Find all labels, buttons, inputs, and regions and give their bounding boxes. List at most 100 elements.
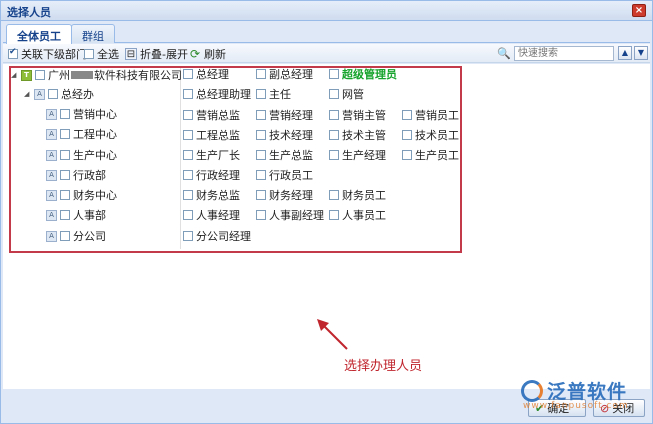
role-option[interactable]: 营销经理 bbox=[256, 108, 313, 122]
tree-node-dept[interactable]: A 人事部 bbox=[46, 208, 106, 222]
tree-node-checkbox[interactable] bbox=[60, 170, 70, 180]
tree-node-checkbox[interactable] bbox=[60, 150, 70, 160]
role-option[interactable]: 行政经理 bbox=[183, 168, 240, 182]
tree-node-dept[interactable]: A 分公司 bbox=[46, 229, 106, 243]
role-checkbox[interactable] bbox=[402, 110, 412, 120]
role-checkbox[interactable] bbox=[402, 150, 412, 160]
tree-node-general-office[interactable]: ◢ A 总经办 bbox=[24, 87, 94, 101]
tree-node-checkbox[interactable] bbox=[60, 109, 70, 119]
role-option[interactable]: 总经理 bbox=[183, 67, 229, 81]
tree-node-dept[interactable]: A 工程中心 bbox=[46, 127, 117, 141]
search-icon: 🔍 bbox=[497, 47, 511, 60]
role-checkbox[interactable] bbox=[183, 110, 193, 120]
role-option[interactable]: 营销主管 bbox=[329, 108, 386, 122]
role-checkbox[interactable] bbox=[256, 170, 266, 180]
collapse-arrow-icon[interactable]: ◢ bbox=[24, 90, 32, 98]
search-input[interactable] bbox=[514, 46, 614, 61]
role-option[interactable]: 技术经理 bbox=[256, 128, 313, 142]
role-checkbox[interactable] bbox=[256, 150, 266, 160]
role-option[interactable]: 生产员工 bbox=[402, 148, 459, 162]
tree-node-checkbox[interactable] bbox=[60, 231, 70, 241]
tree-node-checkbox[interactable] bbox=[48, 89, 58, 99]
department-icon: A bbox=[46, 189, 57, 201]
tree-node-checkbox[interactable] bbox=[60, 190, 70, 200]
role-checkbox[interactable] bbox=[183, 89, 193, 99]
role-option[interactable]: 营销总监 bbox=[183, 108, 240, 122]
role-option[interactable]: 生产经理 bbox=[329, 148, 386, 162]
role-option[interactable]: 技术主管 bbox=[329, 128, 386, 142]
tree-root-node[interactable]: ◢ T 广州 软件科技有限公司 bbox=[11, 68, 182, 82]
role-checkbox[interactable] bbox=[329, 150, 339, 160]
role-checkbox[interactable] bbox=[183, 130, 193, 140]
tree-root-checkbox[interactable] bbox=[35, 70, 45, 80]
role-option[interactable]: 工程总监 bbox=[183, 128, 240, 142]
tree-node-label: 总经办 bbox=[61, 88, 94, 101]
role-option[interactable]: 分公司经理 bbox=[183, 229, 251, 243]
role-option[interactable]: 生产厂长 bbox=[183, 148, 240, 162]
tree-node-label: 生产中心 bbox=[73, 149, 117, 162]
collapse-expand-button[interactable]: ⊟ 折叠-展开 bbox=[125, 47, 188, 61]
role-checkbox[interactable] bbox=[329, 69, 339, 79]
role-option[interactable]: 超级管理员 bbox=[329, 67, 397, 81]
include-sub-depts-toggle[interactable]: 关联下级部门 bbox=[8, 47, 87, 61]
role-checkbox[interactable] bbox=[183, 69, 193, 79]
role-label: 超级管理员 bbox=[342, 68, 397, 81]
company-icon: T bbox=[21, 69, 32, 81]
tree-node-label: 工程中心 bbox=[73, 128, 117, 141]
role-checkbox[interactable] bbox=[329, 89, 339, 99]
role-checkbox[interactable] bbox=[256, 89, 266, 99]
role-option[interactable]: 网管 bbox=[329, 87, 364, 101]
tree-node-dept[interactable]: A 生产中心 bbox=[46, 148, 117, 162]
role-label: 人事员工 bbox=[342, 209, 386, 222]
role-checkbox[interactable] bbox=[256, 190, 266, 200]
role-checkbox[interactable] bbox=[183, 231, 193, 241]
collapse-arrow-icon[interactable]: ◢ bbox=[11, 71, 19, 79]
role-checkbox[interactable] bbox=[183, 170, 193, 180]
role-option[interactable]: 财务总监 bbox=[183, 188, 240, 202]
role-checkbox[interactable] bbox=[329, 210, 339, 220]
tree-node-dept[interactable]: A 财务中心 bbox=[46, 188, 117, 202]
role-option[interactable]: 财务经理 bbox=[256, 188, 313, 202]
role-checkbox[interactable] bbox=[183, 190, 193, 200]
role-option[interactable]: 人事经理 bbox=[183, 208, 240, 222]
role-label: 分公司经理 bbox=[196, 230, 251, 243]
role-option[interactable]: 行政员工 bbox=[256, 168, 313, 182]
role-checkbox[interactable] bbox=[183, 210, 193, 220]
include-sub-depts-checkbox[interactable] bbox=[8, 47, 18, 59]
select-all-checkbox[interactable] bbox=[84, 49, 94, 59]
tree-node-dept[interactable]: A 营销中心 bbox=[46, 107, 117, 121]
dialog-close-icon[interactable]: × bbox=[632, 4, 646, 17]
role-option[interactable]: 人事员工 bbox=[329, 208, 386, 222]
role-option[interactable]: 总经理助理 bbox=[183, 87, 251, 101]
content-area: ◢ T 广州 软件科技有限公司 ◢ A 总经办 A 营销中心 A 工程中心 A … bbox=[3, 64, 650, 389]
tree-node-dept[interactable]: A 行政部 bbox=[46, 168, 106, 182]
department-icon: A bbox=[46, 230, 57, 242]
tab-all-employees[interactable]: 全体员工 bbox=[6, 24, 72, 44]
role-checkbox[interactable] bbox=[329, 110, 339, 120]
role-checkbox[interactable] bbox=[256, 210, 266, 220]
role-checkbox[interactable] bbox=[256, 130, 266, 140]
tab-groups[interactable]: 群组 bbox=[71, 24, 115, 43]
role-checkbox[interactable] bbox=[183, 150, 193, 160]
tree-node-checkbox[interactable] bbox=[60, 210, 70, 220]
role-checkbox[interactable] bbox=[329, 190, 339, 200]
search-area: 🔍 bbox=[497, 46, 614, 61]
role-option[interactable]: 技术员工 bbox=[402, 128, 459, 142]
role-checkbox[interactable] bbox=[256, 110, 266, 120]
tree-node-checkbox[interactable] bbox=[60, 129, 70, 139]
role-checkbox[interactable] bbox=[329, 130, 339, 140]
role-option[interactable]: 财务员工 bbox=[329, 188, 386, 202]
role-option[interactable]: 人事副经理 bbox=[256, 208, 324, 222]
dialog-titlebar: 选择人员 × bbox=[1, 1, 652, 21]
role-checkbox[interactable] bbox=[256, 69, 266, 79]
refresh-button[interactable]: ⟳ 刷新 bbox=[189, 47, 226, 61]
search-next-button[interactable]: ▼ bbox=[634, 46, 648, 60]
select-all-toggle[interactable]: 全选 bbox=[84, 47, 119, 61]
role-option[interactable]: 生产总监 bbox=[256, 148, 313, 162]
role-label: 总经理助理 bbox=[196, 88, 251, 101]
role-option[interactable]: 副总经理 bbox=[256, 67, 313, 81]
role-checkbox[interactable] bbox=[402, 130, 412, 140]
search-prev-button[interactable]: ▲ bbox=[618, 46, 632, 60]
role-option[interactable]: 营销员工 bbox=[402, 108, 459, 122]
role-option[interactable]: 主任 bbox=[256, 87, 291, 101]
